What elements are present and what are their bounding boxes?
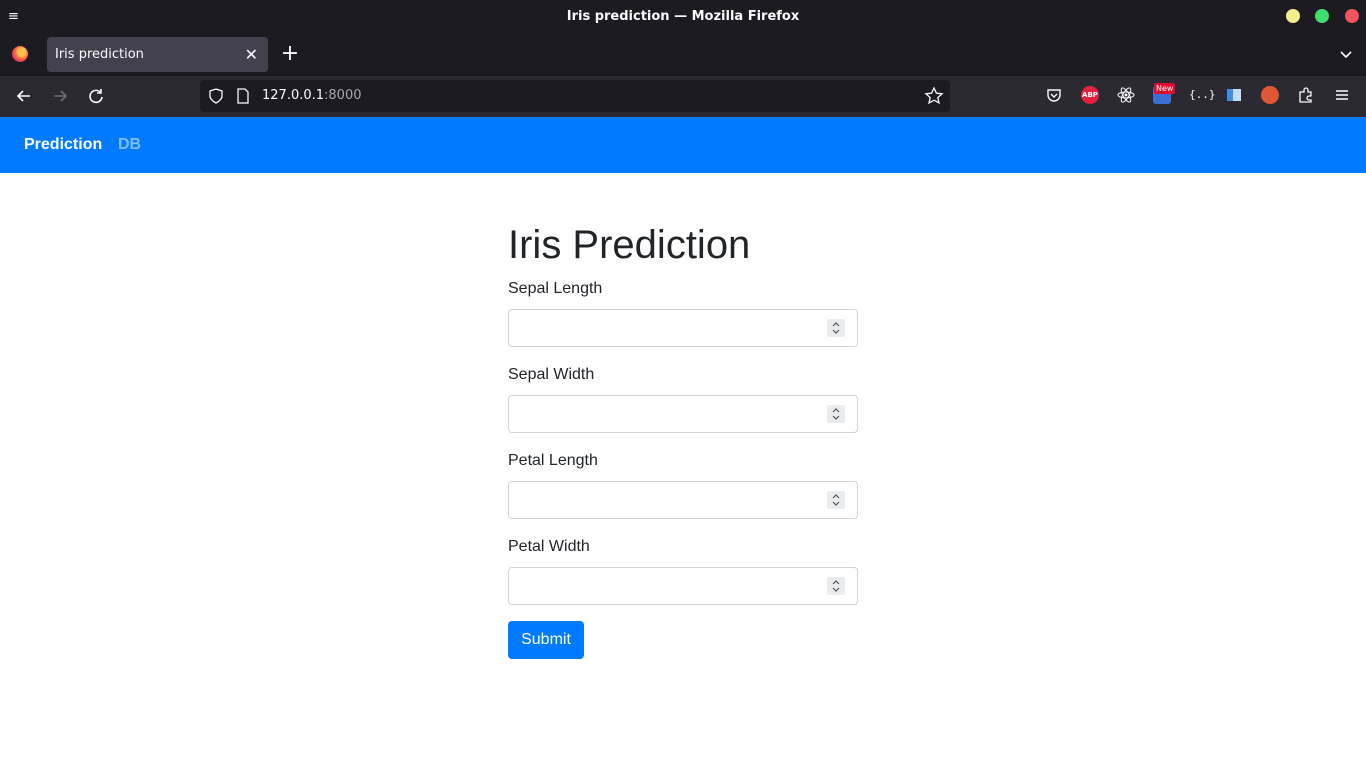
page-title: Iris Prediction (508, 223, 751, 267)
sidebar-extension-icon[interactable] (1225, 86, 1243, 104)
url-text: 127.0.0.1:8000 (262, 80, 362, 112)
up-down-arrows-icon (832, 580, 840, 592)
up-down-arrows-icon (832, 494, 840, 506)
react-devtools-icon[interactable] (1117, 86, 1135, 104)
pocket-icon[interactable] (1045, 86, 1063, 104)
forward-button[interactable] (49, 85, 71, 107)
nav-link-db[interactable]: DB (118, 117, 141, 173)
reload-icon (89, 89, 103, 104)
petal-width-input[interactable] (508, 567, 858, 605)
sepal-width-label: Sepal Width (508, 366, 595, 383)
petal-length-input[interactable] (508, 481, 858, 519)
new-badge: New (1154, 83, 1176, 94)
url-bar[interactable]: 127.0.0.1:8000 (200, 80, 950, 112)
site-navbar: Prediction DB (0, 117, 1366, 173)
forward-arrow-icon (54, 90, 68, 102)
tab-iris-prediction[interactable]: Iris prediction ✕ (47, 37, 268, 72)
tab-title: Iris prediction (55, 47, 144, 62)
number-spinner-icon[interactable] (827, 405, 845, 423)
number-spinner-icon[interactable] (827, 491, 845, 509)
close-tab-icon[interactable]: ✕ (245, 37, 258, 72)
nav-link-prediction[interactable]: Prediction (24, 117, 102, 173)
shield-icon[interactable] (208, 88, 224, 104)
sepal-width-input[interactable] (508, 395, 858, 433)
json-viewer-icon[interactable]: {..} (1189, 86, 1216, 104)
submit-button[interactable]: Submit (508, 621, 584, 659)
reload-button[interactable] (85, 85, 107, 107)
sepal-length-input[interactable] (508, 309, 858, 347)
url-port: :8000 (324, 88, 362, 103)
duckduckgo-icon[interactable] (1261, 86, 1279, 104)
window-titlebar: ≡ Iris prediction — Mozilla Firefox (0, 0, 1366, 34)
window-title: Iris prediction — Mozilla Firefox (566, 9, 800, 24)
new-tab-button[interactable]: + (280, 43, 300, 65)
back-button[interactable] (13, 85, 35, 107)
url-host: 127.0.0.1 (262, 88, 325, 103)
back-arrow-icon (16, 90, 30, 102)
adblock-plus-icon[interactable]: ABP (1081, 86, 1099, 104)
window-menu-icon[interactable]: ≡ (8, 9, 22, 25)
maximize-button[interactable] (1315, 9, 1329, 23)
sepal-length-label: Sepal Length (508, 280, 603, 297)
number-spinner-icon[interactable] (827, 577, 845, 595)
petal-length-label: Petal Length (508, 452, 598, 469)
up-down-arrows-icon (832, 322, 840, 334)
firefox-logo-icon (12, 46, 28, 62)
app-menu-icon[interactable] (1333, 86, 1351, 104)
minimize-button[interactable] (1286, 9, 1300, 23)
number-spinner-icon[interactable] (827, 319, 845, 337)
close-window-button[interactable] (1345, 9, 1359, 23)
bookmark-star-icon[interactable] (924, 86, 944, 106)
petal-width-label: Petal Width (508, 538, 590, 555)
chevron-down-icon[interactable] (1338, 46, 1354, 62)
up-down-arrows-icon (832, 408, 840, 420)
tab-strip: Iris prediction ✕ + (0, 34, 1366, 76)
page-info-icon[interactable] (236, 88, 250, 104)
extensions-puzzle-icon[interactable] (1297, 86, 1315, 104)
